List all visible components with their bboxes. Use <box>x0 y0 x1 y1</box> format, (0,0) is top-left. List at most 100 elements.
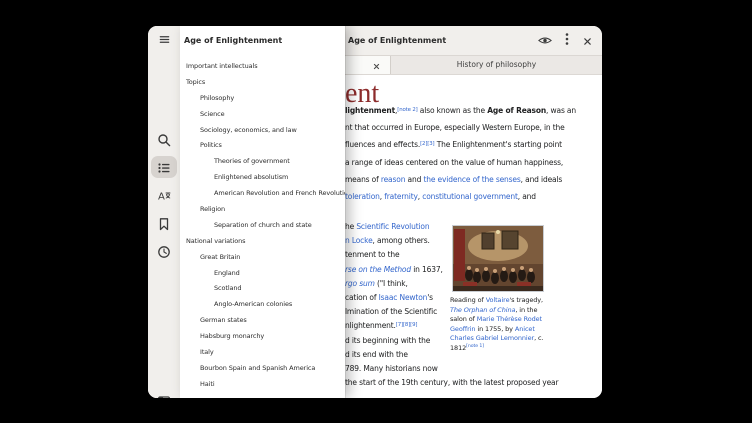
menu-button[interactable] <box>558 31 576 49</box>
toc-item[interactable]: Great Britain <box>180 250 345 266</box>
article-text-line: lightenment,[note 2] also known as the A… <box>345 102 576 119</box>
toc-item[interactable]: Scotland <box>180 281 345 297</box>
toc-item[interactable]: Bourbon Spain and Spanish America <box>180 361 345 377</box>
app-window: Age of Enlightenment <box>148 26 602 398</box>
search-icon <box>157 132 171 151</box>
toc-item[interactable]: Science <box>180 107 345 123</box>
toc-item[interactable]: Politics <box>180 138 345 154</box>
hamburger-icon <box>158 31 171 50</box>
text-segment: he <box>345 222 356 231</box>
search-button[interactable] <box>157 132 171 146</box>
toc-item[interactable]: Religion <box>180 202 345 218</box>
text-segment: Reading of <box>450 296 486 304</box>
tab-close-button[interactable] <box>369 58 383 72</box>
wiki-link[interactable]: the evidence of the senses <box>423 175 520 184</box>
article-text-line: a range of ideas centered on the value o… <box>345 154 576 171</box>
article-text-line: 789. Many historians now <box>345 362 558 376</box>
toc-item[interactable]: Theories of government <box>180 154 345 170</box>
wiki-link[interactable]: Scientific Revolution <box>356 222 429 231</box>
sidebar-toggle-icon <box>157 393 171 398</box>
wiki-link[interactable]: Voltaire <box>486 296 510 304</box>
toc-item[interactable]: German states <box>180 313 345 329</box>
wiki-link[interactable]: [note 1] <box>466 344 484 349</box>
article-text-line: the start of the 19th century, with the … <box>345 376 558 390</box>
screen: Age of Enlightenment <box>0 0 752 423</box>
text-segment: nt that occurred in Europe, especially W… <box>345 123 565 132</box>
window-close-button[interactable] <box>578 31 596 49</box>
bookmark-icon <box>157 216 171 235</box>
bookmarks-button[interactable] <box>157 216 171 230</box>
wiki-link[interactable]: constitutional government <box>422 192 518 201</box>
tab-history-of-philosophy[interactable]: History of philosophy <box>391 55 602 74</box>
languages-button[interactable]: A <box>157 188 171 202</box>
text-segment: , among others. <box>373 236 430 245</box>
salon-painting <box>453 226 543 291</box>
wiki-link[interactable]: toleration <box>345 192 380 201</box>
toc-button[interactable] <box>157 160 171 174</box>
window-title: Age of Enlightenment <box>348 26 446 55</box>
text-segment: 's tragedy, <box>509 296 543 304</box>
text-segment: , was an <box>546 106 576 115</box>
nav-rail: A <box>148 55 180 398</box>
article-text-line: nt that occurred in Europe, especially W… <box>345 119 576 136</box>
text-segment: nlightenment. <box>345 321 396 330</box>
text-segment: d its beginning with the <box>345 336 430 345</box>
text-segment: lmination of the Scientific <box>345 307 437 316</box>
toc-item[interactable]: Separation of church and state <box>180 218 345 234</box>
wiki-link[interactable]: [note 2] <box>397 107 417 113</box>
toc-drawer: Age of Enlightenment Important intellect… <box>180 26 345 398</box>
wiki-link[interactable]: [2][3] <box>420 141 434 147</box>
text-segment: a range of ideas centered on the value o… <box>345 158 563 167</box>
text-segment: in 1755, by <box>475 325 514 333</box>
text-segment: the start of the 19th century, with the … <box>345 378 558 387</box>
toc-item[interactable]: Habsburg monarchy <box>180 329 345 345</box>
text-segment: 789. Many historians now <box>345 364 438 373</box>
text-segment: also known as the <box>418 106 488 115</box>
image-caption: Reading of Voltaire's tragedy, The Orpha… <box>450 296 550 354</box>
wiki-link[interactable]: fraternity <box>384 192 418 201</box>
eye-icon <box>538 31 552 50</box>
toc-item[interactable]: Sociology, economics, and law <box>180 123 345 139</box>
article-text-line: means of reason and the evidence of the … <box>345 171 576 188</box>
wiki-link[interactable]: rse on the Method <box>345 265 411 274</box>
wiki-link[interactable]: The Orphan of China <box>450 306 515 314</box>
view-toggle-button[interactable] <box>536 31 554 49</box>
toc-item[interactable]: Anglo-American colonies <box>180 297 345 313</box>
toc-item[interactable]: Important intellectuals <box>180 59 345 75</box>
text-segment: The Enlightenment's starting point <box>434 140 562 149</box>
toc-item[interactable]: Topics <box>180 75 345 91</box>
text-segment: tenment to the <box>345 250 399 259</box>
article-thumbnail-image[interactable] <box>452 225 544 292</box>
toc-item[interactable]: Italy <box>180 345 345 361</box>
wiki-link[interactable]: Isaac Newton <box>379 293 428 302</box>
toc-item[interactable]: National variations <box>180 234 345 250</box>
text-segment: fluences and effects. <box>345 140 420 149</box>
wiki-link[interactable]: rgo sum <box>345 279 375 288</box>
sidebar-toggle-button[interactable] <box>157 393 171 398</box>
drawer-title: Age of Enlightenment <box>184 26 282 55</box>
hamburger-menu-button[interactable] <box>155 31 173 49</box>
wiki-link[interactable]: reason <box>381 175 405 184</box>
text-segment: in 1637, <box>411 265 443 274</box>
text-segment: , and ideals <box>521 175 563 184</box>
toc-item[interactable]: Haiti <box>180 377 345 393</box>
article-text-line: toleration, fraternity, constitutional g… <box>345 188 576 205</box>
toc-item[interactable]: Philosophy <box>180 91 345 107</box>
svg-text:A: A <box>158 192 165 203</box>
toc-item[interactable]: American Revolution and French Revolutio… <box>180 186 345 202</box>
text-segment: 's <box>427 293 433 302</box>
text-segment: lightenment <box>345 106 395 115</box>
kebab-icon <box>565 31 569 50</box>
close-icon <box>583 31 592 50</box>
text-segment: ("I think, <box>375 279 408 288</box>
text-segment: and <box>405 175 423 184</box>
article-text-line: fluences and effects.[2][3] The Enlighte… <box>345 136 576 153</box>
toc-item[interactable]: Enlightened absolutism <box>180 170 345 186</box>
text-segment: cation of <box>345 293 379 302</box>
toc-item[interactable]: England <box>180 266 345 282</box>
history-button[interactable] <box>157 244 171 258</box>
clock-icon <box>157 244 171 263</box>
wiki-link[interactable]: [7][8][9] <box>396 322 418 328</box>
translate-icon: A <box>157 188 171 207</box>
wiki-link[interactable]: n Locke <box>345 236 373 245</box>
